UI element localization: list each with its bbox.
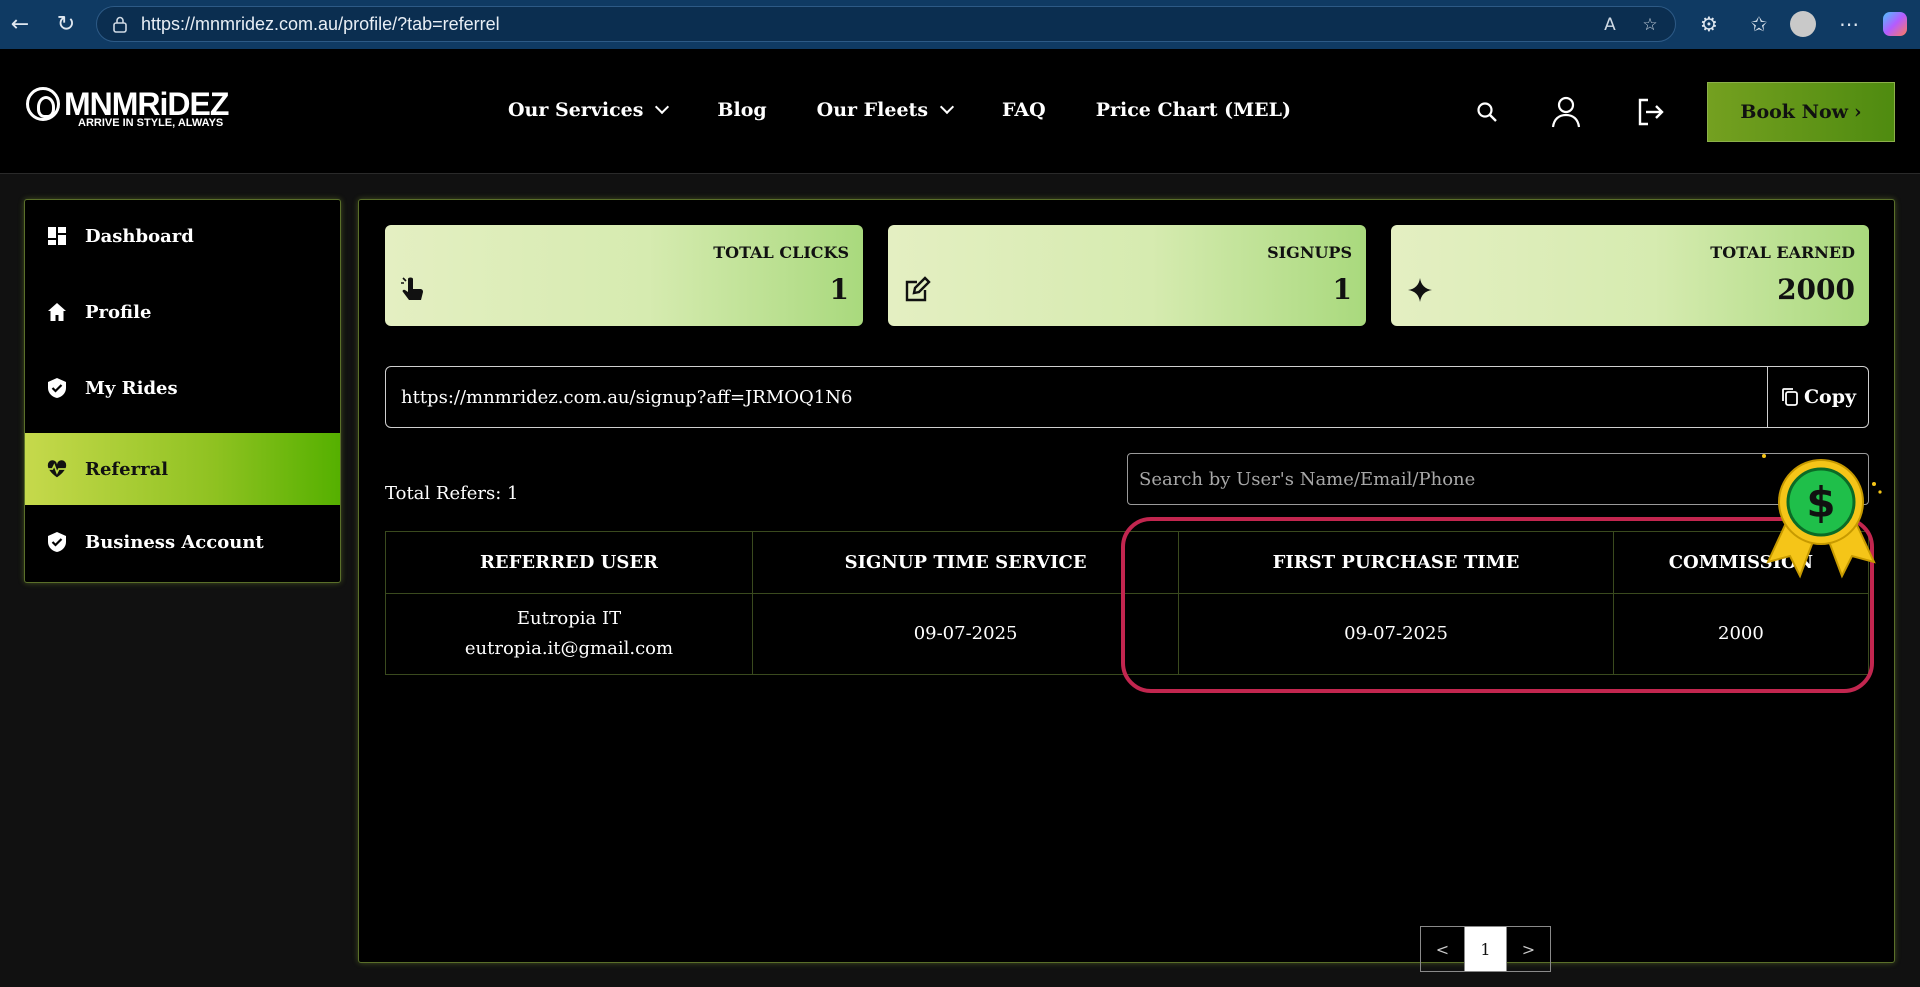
column-header-referred-user[interactable]: REFERRED USER [385, 531, 753, 594]
chevron-right-icon: › [1853, 101, 1862, 123]
url-text: https://mnmridez.com.au/profile/?tab=ref… [141, 13, 500, 34]
nav-blog[interactable]: Blog [717, 99, 766, 121]
nav-label: Blog [717, 99, 767, 121]
read-aloud-icon[interactable]: A [1599, 14, 1621, 36]
stat-value: 2000 [1777, 273, 1855, 306]
sidebar-item-label: Dashboard [85, 225, 194, 247]
sidebar-item-business-account[interactable]: Business Account [25, 506, 340, 578]
address-bar[interactable]: https://mnmridez.com.au/profile/?tab=ref… [96, 6, 1676, 42]
table-row: Eutropia IT eutropia.it@gmail.com 09-07-… [385, 593, 1870, 675]
nav-faq[interactable]: FAQ [1002, 99, 1046, 121]
brand-name: MNMRiDEZ [64, 86, 229, 122]
column-header-signup-time[interactable]: SIGNUP TIME SERVICE [751, 531, 1180, 594]
sidebar-item-my-rides[interactable]: My Rides [25, 352, 340, 424]
pagination: < 1 > [1420, 926, 1551, 972]
sidebar-item-label: My Rides [85, 377, 178, 399]
signup-time-cell: 09-07-2025 [751, 593, 1180, 675]
sidebar-item-label: Profile [85, 301, 152, 323]
nav-our-services[interactable]: Our Services [508, 99, 670, 121]
stat-card-total-clicks: TOTAL CLICKS 1 [385, 225, 863, 326]
total-refers-count: Total Refers: 1 [385, 483, 519, 504]
site-logo[interactable]: MNMRiDEZ ARRIVE IN STYLE, ALWAYS [26, 86, 229, 129]
more-menu-icon[interactable]: ⋯ [1836, 11, 1862, 37]
copilot-icon[interactable] [1882, 11, 1908, 37]
referral-link-text[interactable]: https://mnmridez.com.au/signup?aff=JRMOQ… [386, 387, 1767, 408]
favorites-icon[interactable]: ✩ [1746, 11, 1772, 37]
commission-cell: 2000 [1612, 593, 1870, 675]
browser-toolbar: ← ↻ https://mnmridez.com.au/profile/?tab… [0, 0, 1920, 49]
pagination-prev-button[interactable]: < [1421, 927, 1464, 971]
chevron-down-icon [655, 99, 670, 115]
brand-tagline: ARRIVE IN STYLE, ALWAYS [78, 117, 224, 129]
referred-user-name: Eutropia IT [516, 608, 622, 629]
edit-icon [902, 275, 932, 305]
copy-label: Copy [1803, 386, 1857, 408]
stat-label: TOTAL CLICKS [713, 243, 849, 262]
nav-label: Price Chart (MEL) [1095, 99, 1291, 121]
svg-text:$: $ [1806, 478, 1835, 527]
copy-icon [1782, 388, 1798, 406]
main-nav: Our Services Blog Our Fleets FAQ Price C… [508, 99, 1341, 121]
pagination-next-button[interactable]: > [1507, 927, 1550, 971]
chevron-down-icon [939, 99, 955, 115]
table-header-row: REFERRED USER SIGNUP TIME SERVICE FIRST … [385, 531, 1870, 594]
profile-sidebar: Dashboard Profile My Rides Referral Busi… [24, 199, 341, 583]
search-icon[interactable] [1470, 95, 1504, 129]
logout-icon[interactable] [1634, 95, 1668, 129]
nav-label: Our Services [508, 99, 644, 121]
sidebar-item-label: Business Account [85, 531, 264, 553]
sidebar-item-profile[interactable]: Profile [25, 276, 340, 348]
stat-label: SIGNUPS [1267, 243, 1352, 262]
referral-panel: TOTAL CLICKS 1 SIGNUPS 1 TOTAL EARNED 20… [358, 199, 1895, 972]
stat-card-signups: SIGNUPS 1 [888, 225, 1366, 326]
lock-icon [113, 16, 127, 33]
dashboard-icon [46, 225, 68, 247]
extensions-icon[interactable]: ⚙ [1696, 11, 1722, 37]
stat-value: 1 [829, 273, 849, 306]
column-header-first-purchase[interactable]: FIRST PURCHASE TIME [1178, 531, 1614, 594]
sidebar-item-referral[interactable]: Referral [25, 433, 340, 505]
favorite-star-icon[interactable]: ☆ [1639, 14, 1661, 36]
sidebar-item-label: Referral [85, 458, 169, 480]
book-now-label: Book Now [1740, 101, 1848, 123]
heartbeat-icon [46, 458, 68, 480]
nav-our-fleets[interactable]: Our Fleets [816, 99, 955, 121]
logo-mark-icon [26, 87, 60, 121]
home-icon [46, 301, 68, 323]
nav-label: Our Fleets [816, 99, 929, 121]
profile-avatar-icon[interactable] [1790, 11, 1816, 37]
shield-check-icon [46, 377, 68, 399]
referral-link-field: https://mnmridez.com.au/signup?aff=JRMOQ… [385, 366, 1869, 428]
shield-check-icon [46, 531, 68, 553]
book-now-button[interactable]: Book Now › [1707, 82, 1895, 142]
refresh-icon[interactable]: ↻ [52, 10, 80, 38]
dollar-award-badge-icon: $ [1762, 454, 1882, 579]
nav-label: FAQ [1002, 99, 1046, 121]
user-account-icon[interactable] [1549, 95, 1583, 129]
first-purchase-cell: 09-07-2025 [1178, 593, 1614, 675]
referred-user-cell: Eutropia IT eutropia.it@gmail.com [385, 593, 753, 675]
stat-card-total-earned: TOTAL EARNED 2000 [1391, 225, 1869, 326]
sidebar-item-dashboard[interactable]: Dashboard [25, 200, 340, 272]
pointer-hand-icon [399, 275, 429, 305]
copy-button[interactable]: Copy [1767, 367, 1868, 427]
back-arrow-icon[interactable]: ← [6, 10, 34, 38]
nav-price-chart[interactable]: Price Chart (MEL) [1096, 99, 1291, 121]
stat-label: TOTAL EARNED [1710, 243, 1855, 262]
pagination-page-button[interactable]: 1 [1464, 927, 1507, 971]
referred-user-email: eutropia.it@gmail.com [464, 638, 674, 659]
site-header: MNMRiDEZ ARRIVE IN STYLE, ALWAYS Our Ser… [0, 49, 1920, 174]
stat-value: 1 [1332, 273, 1352, 306]
sparkle-icon [1405, 275, 1435, 305]
referrals-table: REFERRED USER SIGNUP TIME SERVICE FIRST … [385, 531, 1870, 675]
